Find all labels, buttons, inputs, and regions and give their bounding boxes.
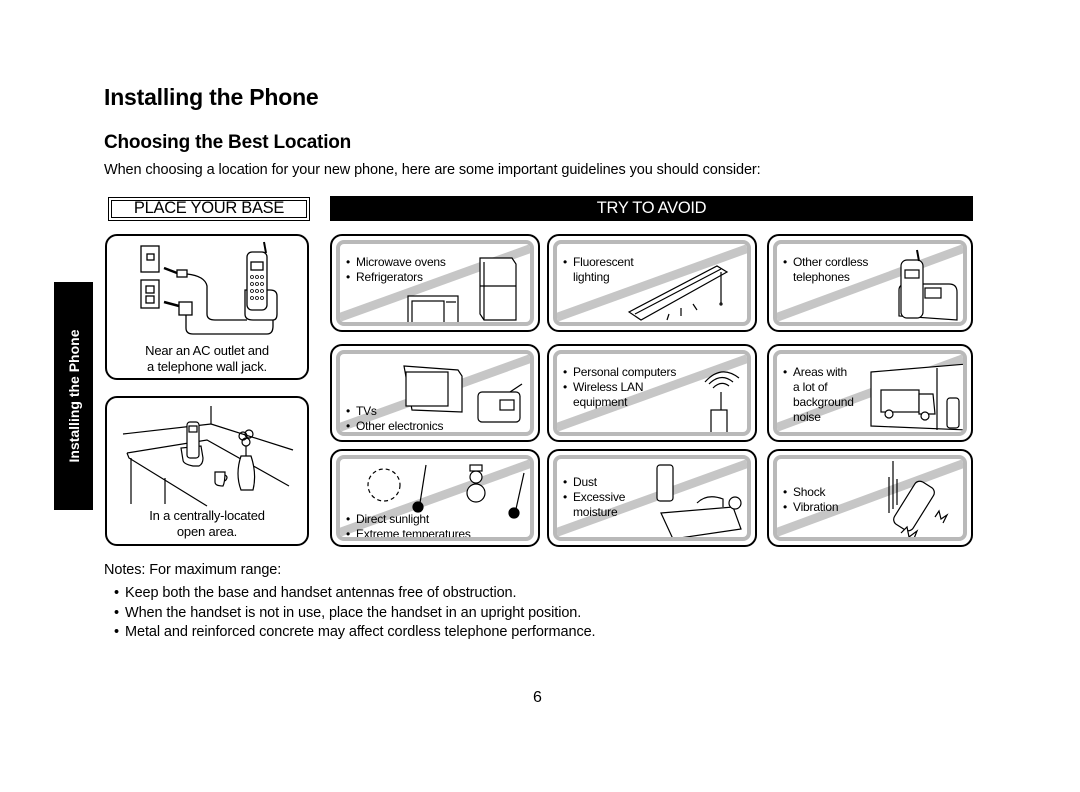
page-title: Installing the Phone xyxy=(104,84,319,110)
page-number: 6 xyxy=(533,689,542,706)
side-tab: Installing the Phone xyxy=(54,282,93,510)
avoid-item-cordless: Other cordless telephones xyxy=(767,234,973,332)
avoid-item-temperature: Direct sunlight Extreme temperatures xyxy=(330,449,540,547)
place-item-open-area: In a centrally-located open area. xyxy=(105,396,309,546)
avoid-item-computers: Personal computers Wireless LAN equipmen… xyxy=(547,344,757,442)
open-area-caption: In a centrally-located open area. xyxy=(149,508,265,539)
intro-text: When choosing a location for your new ph… xyxy=(104,162,761,178)
wall-jack-caption: Near an AC outlet and a telephone wall j… xyxy=(145,343,269,374)
avoid-item-shock: Shock Vibration xyxy=(767,449,973,547)
place-your-base-header: PLACE YOUR BASE xyxy=(108,197,310,221)
avoid-item-fluorescent: Fluorescent lighting xyxy=(547,234,757,332)
notes-title: Notes: For maximum range: xyxy=(104,562,282,578)
side-tab-label: Installing the Phone xyxy=(65,329,82,463)
notes-list: Keep both the base and handset antennas … xyxy=(114,584,596,643)
avoid-item-moisture: Dust Excessive moisture xyxy=(547,449,757,547)
avoid-item-tv: TVs Other electronics xyxy=(330,344,540,442)
note-item: Keep both the base and handset antennas … xyxy=(114,584,596,604)
note-item: Metal and reinforced concrete may affect… xyxy=(114,623,596,643)
note-item: When the handset is not in use, place th… xyxy=(114,604,596,624)
place-item-wall-jack: Near an AC outlet and a telephone wall j… xyxy=(105,234,309,380)
try-to-avoid-header: TRY TO AVOID xyxy=(330,196,973,221)
avoid-item-microwave: Microwave ovens Refrigerators xyxy=(330,234,540,332)
section-title: Choosing the Best Location xyxy=(104,132,352,153)
avoid-item-noise: Areas with a lot of background noise xyxy=(767,344,973,442)
